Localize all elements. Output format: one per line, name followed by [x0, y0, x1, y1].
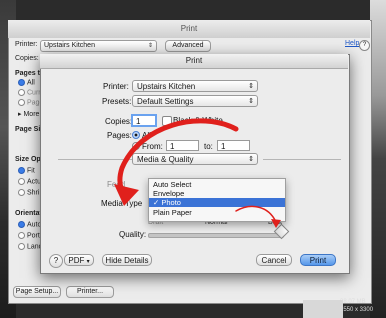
pages-all-radio[interactable]: [132, 131, 140, 139]
outer-printer-label: Printer:: [15, 41, 38, 48]
printer-label: Printer:: [103, 82, 129, 91]
page-setup-button[interactable]: Page Setup...: [13, 286, 61, 298]
radio-icon: [18, 89, 25, 96]
chevron-updown-icon: ⇕: [248, 98, 254, 105]
presets-select[interactable]: Default Settings ⇕: [132, 95, 258, 107]
help-icon[interactable]: ?: [359, 40, 370, 51]
pages-from-field[interactable]: 1: [166, 140, 199, 151]
radio-icon: [18, 167, 25, 174]
print-button[interactable]: Print: [300, 254, 336, 266]
outer-size-options-heading: Size Opt: [15, 156, 44, 163]
outer-size-actual[interactable]: Actu: [18, 178, 41, 185]
file-size-text: 38.07 MB: [340, 299, 366, 305]
pages-to-label: to:: [204, 142, 213, 151]
quality-label: Quality:: [119, 230, 147, 239]
chevron-down-icon: ▾: [86, 259, 90, 265]
chevron-updown-icon: ⇕: [248, 83, 254, 90]
menu-item-plain-paper[interactable]: Plain Paper: [149, 208, 285, 217]
radio-icon: [18, 99, 25, 106]
outer-printer-select[interactable]: Upstairs Kitchen ⇕: [40, 40, 157, 52]
outer-size-fit[interactable]: Fit: [18, 167, 35, 174]
image-dimensions-text: 2550 x 3300: [340, 307, 374, 313]
outer-advanced-button[interactable]: Advanced: [165, 40, 211, 52]
quality-slider-track[interactable]: [148, 233, 284, 238]
copies-label: Copies:: [105, 117, 133, 126]
menu-item-photo[interactable]: ✓ Photo: [149, 198, 285, 207]
media-type-label: Media Type: [101, 199, 143, 208]
radio-icon: [18, 178, 25, 185]
menu-item-envelope[interactable]: Envelope: [149, 189, 285, 198]
radio-icon: [18, 221, 25, 228]
hide-details-button[interactable]: Hide Details: [102, 254, 152, 266]
pages-from-radio[interactable]: [132, 142, 140, 150]
divider-right: [263, 159, 341, 160]
media-type-menu[interactable]: Auto Select Envelope ✓ Photo Plain Paper: [148, 178, 286, 222]
printer-button[interactable]: Printer...: [66, 286, 114, 298]
outer-window-title: Print: [8, 20, 370, 38]
outer-help-link[interactable]: Help: [345, 40, 359, 47]
section-select[interactable]: Media & Quality ⇕: [132, 153, 258, 165]
pages-label: Pages:: [107, 131, 132, 140]
background-photo-right: [370, 0, 386, 318]
presets-label: Presets:: [102, 97, 132, 106]
pdf-menu-button[interactable]: PDF ▾: [64, 254, 94, 266]
radio-icon: [18, 243, 25, 250]
pages-all-label: All: [142, 131, 151, 140]
chevron-updown-icon: ⇕: [248, 156, 254, 163]
dialog-title: Print: [40, 54, 348, 69]
outer-orient-landscape[interactable]: Land: [18, 243, 43, 250]
photo-thumbnail: [303, 300, 343, 318]
outer-copies-label: Copies:: [15, 55, 39, 62]
chevron-updown-icon: ⇕: [147, 43, 153, 49]
feed-label: Feed: [107, 180, 126, 189]
divider-left: [58, 159, 136, 160]
radio-icon: [18, 79, 25, 86]
black-white-label: Black & White: [173, 116, 223, 125]
radio-icon: [18, 232, 25, 239]
outer-orient-auto[interactable]: Auto: [18, 221, 41, 228]
outer-pages-more[interactable]: ▸ More: [18, 110, 39, 118]
radio-icon: [18, 189, 25, 196]
copies-field[interactable]: 1: [131, 114, 157, 127]
outer-orientation-heading: Orientat: [15, 210, 42, 217]
outer-pages-all[interactable]: All: [18, 79, 35, 86]
printer-select[interactable]: Upstairs Kitchen ⇕: [132, 80, 258, 92]
pages-to-field[interactable]: 1: [217, 140, 250, 151]
pages-from-label: From:: [142, 142, 163, 151]
black-white-checkbox[interactable]: [162, 116, 172, 126]
cancel-button[interactable]: Cancel: [256, 254, 292, 266]
menu-item-auto-select[interactable]: Auto Select: [149, 180, 285, 189]
outer-orient-portrait[interactable]: Portr: [18, 232, 42, 239]
dialog-help-button[interactable]: ?: [49, 254, 63, 268]
